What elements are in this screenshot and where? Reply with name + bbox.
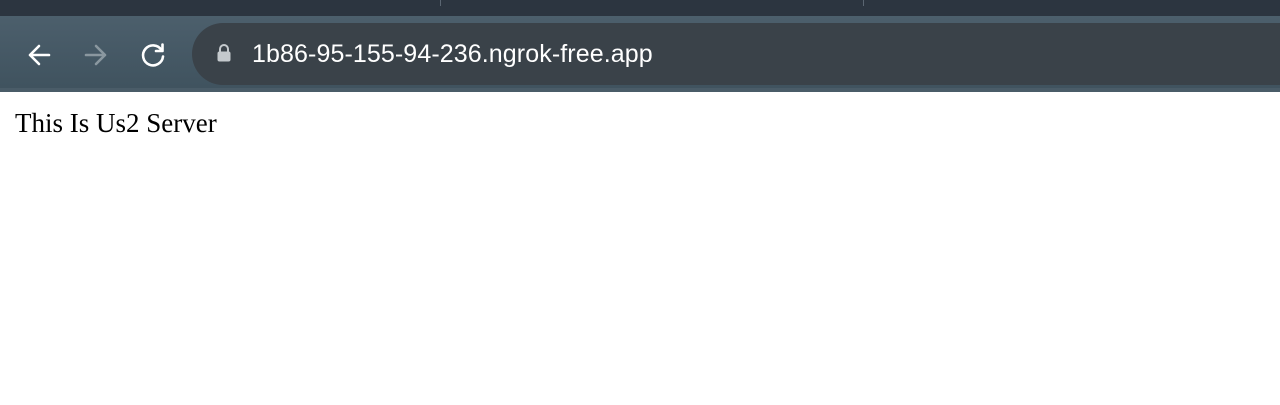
page-content: This Is Us2 Server xyxy=(0,92,1280,405)
tab-divider xyxy=(863,0,864,6)
arrow-left-icon xyxy=(28,44,51,66)
tab-strip xyxy=(0,0,1280,16)
page-text: This Is Us2 Server xyxy=(15,108,217,138)
back-button[interactable] xyxy=(25,41,53,69)
reload-button[interactable] xyxy=(139,41,167,69)
address-bar[interactable]: 1b86-95-155-94-236.ngrok-free.app xyxy=(192,23,1280,85)
url-text[interactable]: 1b86-95-155-94-236.ngrok-free.app xyxy=(252,40,653,68)
arrow-right-icon xyxy=(84,44,107,66)
tab-divider xyxy=(440,0,441,6)
reload-icon xyxy=(141,43,165,67)
lock-icon[interactable] xyxy=(216,43,232,63)
browser-toolbar: 1b86-95-155-94-236.ngrok-free.app xyxy=(0,16,1280,92)
forward-button[interactable] xyxy=(82,41,110,69)
